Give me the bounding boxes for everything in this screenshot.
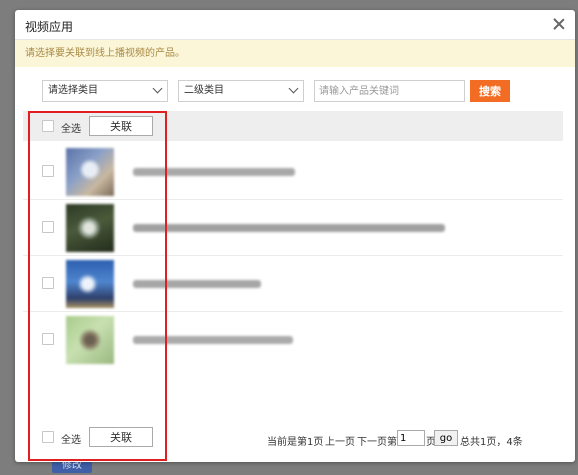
- product-checkbox[interactable]: [42, 165, 54, 177]
- product-title-blurred: [133, 168, 295, 176]
- select-all-label-top: 全选: [61, 124, 81, 135]
- product-keyword-input[interactable]: [314, 80, 465, 102]
- search-button[interactable]: 搜索: [470, 80, 510, 102]
- product-row: [23, 144, 563, 200]
- pagination-current: 当前是第1页: [267, 437, 324, 448]
- pagination-summary: 总共1页，4条: [460, 437, 523, 448]
- list-header: 全选 关联: [23, 111, 563, 141]
- product-thumbnail: [66, 204, 114, 252]
- close-icon[interactable]: [551, 16, 567, 32]
- video-app-dialog: 视频应用 请选择要关联到线上播视频的产品。 请选择类目 二级类目 搜索 全选 关…: [15, 10, 575, 462]
- associate-button-bottom[interactable]: 关联: [89, 427, 153, 447]
- notice-banner: 请选择要关联到线上播视频的产品。: [15, 40, 575, 67]
- select-all-checkbox-bottom[interactable]: [42, 431, 54, 443]
- go-button[interactable]: go: [434, 430, 458, 446]
- product-title-blurred: [133, 224, 445, 232]
- category-select-secondary-value: 二级类目: [184, 85, 224, 96]
- category-select-primary-value: 请选择类目: [48, 85, 98, 96]
- page-number-input[interactable]: [397, 430, 425, 446]
- category-select-secondary[interactable]: 二级类目: [178, 80, 304, 102]
- product-row: [23, 256, 563, 312]
- product-thumbnail: [66, 148, 114, 196]
- product-thumbnail: [66, 316, 114, 364]
- select-all-label-bottom: 全选: [61, 435, 81, 446]
- next-page-link[interactable]: 下一页: [357, 433, 387, 448]
- prev-page-link[interactable]: 上一页: [325, 433, 355, 448]
- product-checkbox[interactable]: [42, 221, 54, 233]
- category-select-primary[interactable]: 请选择类目: [42, 80, 168, 102]
- associate-button-top[interactable]: 关联: [89, 116, 153, 136]
- chevron-down-icon: [288, 83, 299, 94]
- product-thumbnail: [66, 260, 114, 308]
- goto-prefix: 第: [387, 437, 397, 448]
- dialog-title: 视频应用: [25, 20, 74, 34]
- product-checkbox[interactable]: [42, 277, 54, 289]
- product-row: [23, 312, 563, 368]
- chevron-down-icon: [152, 83, 163, 94]
- dialog-titlebar: 视频应用: [15, 10, 575, 40]
- product-row: [23, 200, 563, 256]
- product-title-blurred: [133, 280, 261, 288]
- product-title-blurred: [133, 336, 293, 344]
- select-all-checkbox-top[interactable]: [42, 120, 54, 132]
- product-checkbox[interactable]: [42, 333, 54, 345]
